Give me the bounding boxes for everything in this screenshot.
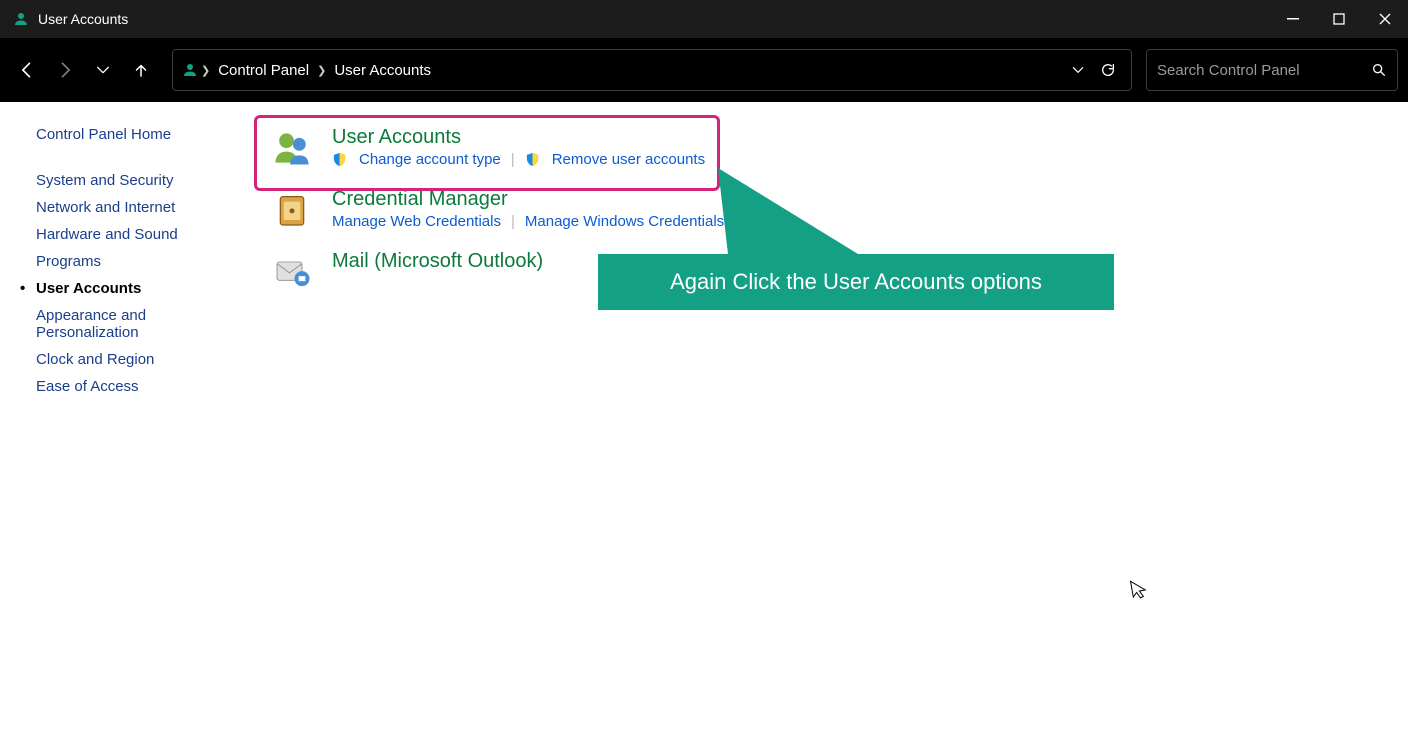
navbar: ❯ Control Panel ❯ User Accounts [0, 38, 1408, 102]
category-title[interactable]: User Accounts [332, 126, 705, 151]
back-button[interactable] [10, 53, 44, 87]
link-manage-windows-credentials[interactable]: Manage Windows Credentials [525, 213, 724, 230]
search-icon[interactable] [1371, 62, 1387, 78]
annotation-arrow [718, 168, 858, 258]
user-icon [12, 10, 30, 28]
breadcrumb-current[interactable]: User Accounts [328, 62, 437, 79]
close-button[interactable] [1362, 0, 1408, 38]
shield-icon [525, 152, 540, 167]
address-bar[interactable]: ❯ Control Panel ❯ User Accounts [172, 49, 1132, 91]
breadcrumb-root[interactable]: Control Panel [212, 62, 315, 79]
recent-dropdown[interactable] [86, 53, 120, 87]
link-manage-web-credentials[interactable]: Manage Web Credentials [332, 213, 501, 230]
minimize-button[interactable] [1270, 0, 1316, 38]
sidebar-item-user-accounts[interactable]: User Accounts [36, 275, 230, 302]
mail-icon [270, 250, 314, 294]
link-remove-user-accounts[interactable]: Remove user accounts [552, 151, 705, 168]
sidebar-item-programs[interactable]: Programs [36, 248, 230, 275]
category-title[interactable]: Mail (Microsoft Outlook) [332, 250, 543, 275]
sidebar-item-appearance[interactable]: Appearance and Personalization [36, 302, 206, 346]
shield-icon [332, 152, 347, 167]
search-input[interactable] [1157, 62, 1371, 79]
cursor-icon [1128, 577, 1150, 602]
callout-text: Again Click the User Accounts options [670, 269, 1042, 295]
forward-button[interactable] [48, 53, 82, 87]
sidebar-list: System and Security Network and Internet… [36, 167, 230, 400]
chevron-right-icon: ❯ [315, 64, 328, 77]
control-panel-home-link[interactable]: Control Panel Home [36, 126, 230, 143]
sidebar-item-system-security[interactable]: System and Security [36, 167, 230, 194]
annotation-callout: Again Click the User Accounts options [598, 254, 1114, 310]
sidebar-item-hardware-sound[interactable]: Hardware and Sound [36, 221, 230, 248]
address-dropdown[interactable] [1063, 63, 1093, 77]
up-button[interactable] [124, 53, 158, 87]
link-change-account-type[interactable]: Change account type [359, 151, 501, 168]
window-title: User Accounts [38, 11, 128, 27]
maximize-button[interactable] [1316, 0, 1362, 38]
sidebar-item-network-internet[interactable]: Network and Internet [36, 194, 230, 221]
credential-manager-icon [270, 188, 314, 232]
category-title[interactable]: Credential Manager [332, 188, 724, 213]
content: Control Panel Home System and Security N… [0, 102, 1408, 742]
titlebar: User Accounts [0, 0, 1408, 38]
user-accounts-icon [270, 126, 314, 170]
search-box[interactable] [1146, 49, 1398, 91]
user-icon [181, 61, 199, 79]
sidebar: Control Panel Home System and Security N… [0, 102, 240, 742]
sidebar-item-ease-access[interactable]: Ease of Access [36, 373, 230, 400]
sidebar-item-clock-region[interactable]: Clock and Region [36, 346, 230, 373]
chevron-right-icon: ❯ [199, 64, 212, 77]
refresh-button[interactable] [1093, 62, 1123, 78]
link-divider: | [511, 151, 515, 168]
link-divider: | [511, 213, 515, 230]
